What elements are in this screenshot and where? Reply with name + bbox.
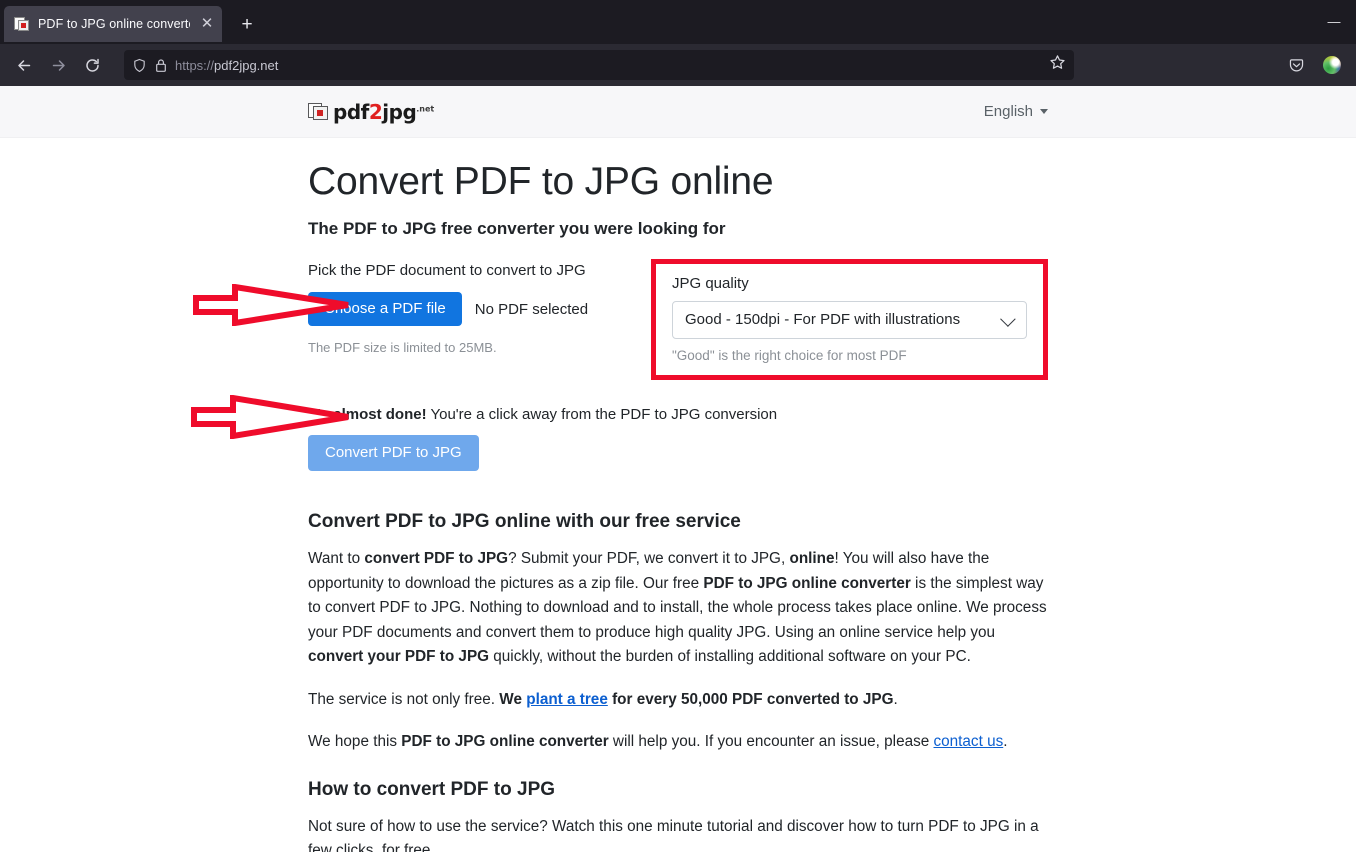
file-picker-column: Pick the PDF document to convert to JPG …: [308, 259, 654, 356]
p1-b4: convert your PDF to JPG: [308, 648, 490, 666]
logo-tld: .net: [416, 103, 435, 113]
back-arrow-icon[interactable]: [8, 50, 40, 80]
paragraph-plant-a-tree: The service is not only free. We plant a…: [308, 688, 1048, 712]
logo-suffix: jpg: [382, 99, 417, 124]
p3-a: We hope this: [308, 733, 402, 751]
jpg-quality-note: "Good" is the right choice for most PDF: [672, 347, 907, 363]
pdf-document-icon: [14, 16, 30, 32]
page-subtitle: The PDF to JPG free converter you were l…: [308, 218, 726, 238]
logo-document-icon: [308, 102, 330, 121]
minimize-button[interactable]: —: [1312, 7, 1356, 37]
p2-b1: We: [499, 690, 527, 708]
p2-c: .: [893, 690, 898, 708]
language-label: English: [983, 103, 1033, 120]
file-status-text: No PDF selected: [474, 300, 589, 318]
paragraph-contact: We hope this PDF to JPG online converter…: [308, 730, 1048, 754]
size-limit-note: The PDF size is limited to 25MB.: [308, 340, 497, 356]
pocket-icon[interactable]: [1280, 50, 1312, 80]
new-tab-button[interactable]: +: [232, 10, 262, 40]
almost-done-text: It's almost done! You're a click away fr…: [308, 406, 1048, 423]
tab-strip: PDF to JPG online converter - C ✕ + —: [0, 0, 1356, 44]
convert-pdf-to-jpg-button[interactable]: Convert PDF to JPG: [308, 434, 479, 472]
jpg-quality-panel: JPG quality Good - 150dpi - For PDF with…: [651, 258, 1048, 380]
url-text[interactable]: https://pdf2jpg.net: [175, 58, 1042, 73]
converter-form: Pick the PDF document to convert to JPG …: [308, 258, 1048, 380]
contact-us-link[interactable]: contact us: [934, 733, 1004, 750]
p3-c: will help you. If you encounter an issue…: [608, 733, 934, 751]
browser-window: PDF to JPG online converter - C ✕ + — ht…: [0, 0, 1356, 852]
logo-digit: 2: [368, 99, 383, 124]
chevron-down-icon: [1000, 311, 1016, 327]
shield-icon[interactable]: [132, 58, 147, 73]
chevron-down-icon: [1040, 109, 1048, 114]
url-host: pdf2jpg.net: [214, 57, 279, 73]
reload-icon[interactable]: [76, 50, 108, 80]
jpg-quality-selected-value: Good - 150dpi - For PDF with illustratio…: [685, 311, 961, 329]
lock-icon[interactable]: [154, 58, 168, 73]
logo-text: pdf2jpg.net: [333, 102, 434, 122]
p2-b2: for every 50,000 PDF converted to JPG: [607, 690, 894, 708]
url-scheme: https://: [175, 57, 215, 73]
url-bar[interactable]: https://pdf2jpg.net: [124, 50, 1074, 80]
almost-done-rest: You're a click away from the PDF to JPG …: [426, 405, 778, 423]
toolbar-right: [1280, 50, 1348, 80]
close-icon[interactable]: ✕: [198, 15, 216, 33]
p1-f: quickly, without the burden of installin…: [489, 648, 971, 666]
star-icon[interactable]: [1049, 54, 1066, 76]
page-viewport: pdf2jpg.net English Convert PDF to JPG o…: [0, 86, 1356, 852]
site-header: pdf2jpg.net English: [0, 86, 1356, 138]
plant-a-tree-link[interactable]: plant a tree: [526, 691, 608, 708]
jpg-quality-label: JPG quality: [672, 274, 749, 292]
language-selector[interactable]: English: [984, 103, 1048, 120]
logo-prefix: pdf: [333, 99, 369, 124]
p1-b1: convert PDF to JPG: [364, 550, 509, 568]
p1-b3: PDF to JPG online converter: [703, 574, 911, 592]
p1-a: Want to: [308, 550, 365, 568]
window-controls: —: [1312, 0, 1356, 44]
page-title: Convert PDF to JPG online: [308, 160, 774, 203]
tab-title: PDF to JPG online converter - C: [38, 17, 190, 31]
section-heading-free-service: Convert PDF to JPG online with our free …: [308, 511, 741, 533]
paragraph-intro: Want to convert PDF to JPG? Submit your …: [308, 547, 1048, 669]
pick-label: Pick the PDF document to convert to JPG: [308, 261, 586, 279]
p3-b1: PDF to JPG online converter: [401, 733, 609, 751]
red-arrow-pointing-to-convert: [191, 395, 351, 439]
browser-tab[interactable]: PDF to JPG online converter - C ✕: [4, 6, 222, 42]
p1-c: ? Submit your PDF, we convert it to JPG,: [508, 550, 790, 568]
paragraph-tutorial: Not sure of how to use the service? Watc…: [308, 817, 1039, 852]
forward-arrow-icon[interactable]: [42, 50, 74, 80]
jpg-quality-select[interactable]: Good - 150dpi - For PDF with illustratio…: [672, 300, 1027, 339]
navigation-toolbar: https://pdf2jpg.net: [0, 44, 1356, 86]
firefox-logo-icon[interactable]: [1316, 50, 1348, 80]
pdf2jpg-logo-icon[interactable]: pdf2jpg.net: [308, 102, 434, 122]
page-content: Convert PDF to JPG online The PDF to JPG…: [308, 138, 1048, 852]
section-heading-how-to: How to convert PDF to JPG: [308, 778, 556, 800]
p2-bold-wrap: We plant a tree for every 50,000 PDF con…: [499, 691, 893, 708]
red-arrow-pointing-to-choose-file: [193, 284, 353, 326]
p3-d: .: [1003, 733, 1008, 751]
p2-a: The service is not only free.: [308, 690, 500, 708]
p1-b2: online: [789, 550, 835, 568]
